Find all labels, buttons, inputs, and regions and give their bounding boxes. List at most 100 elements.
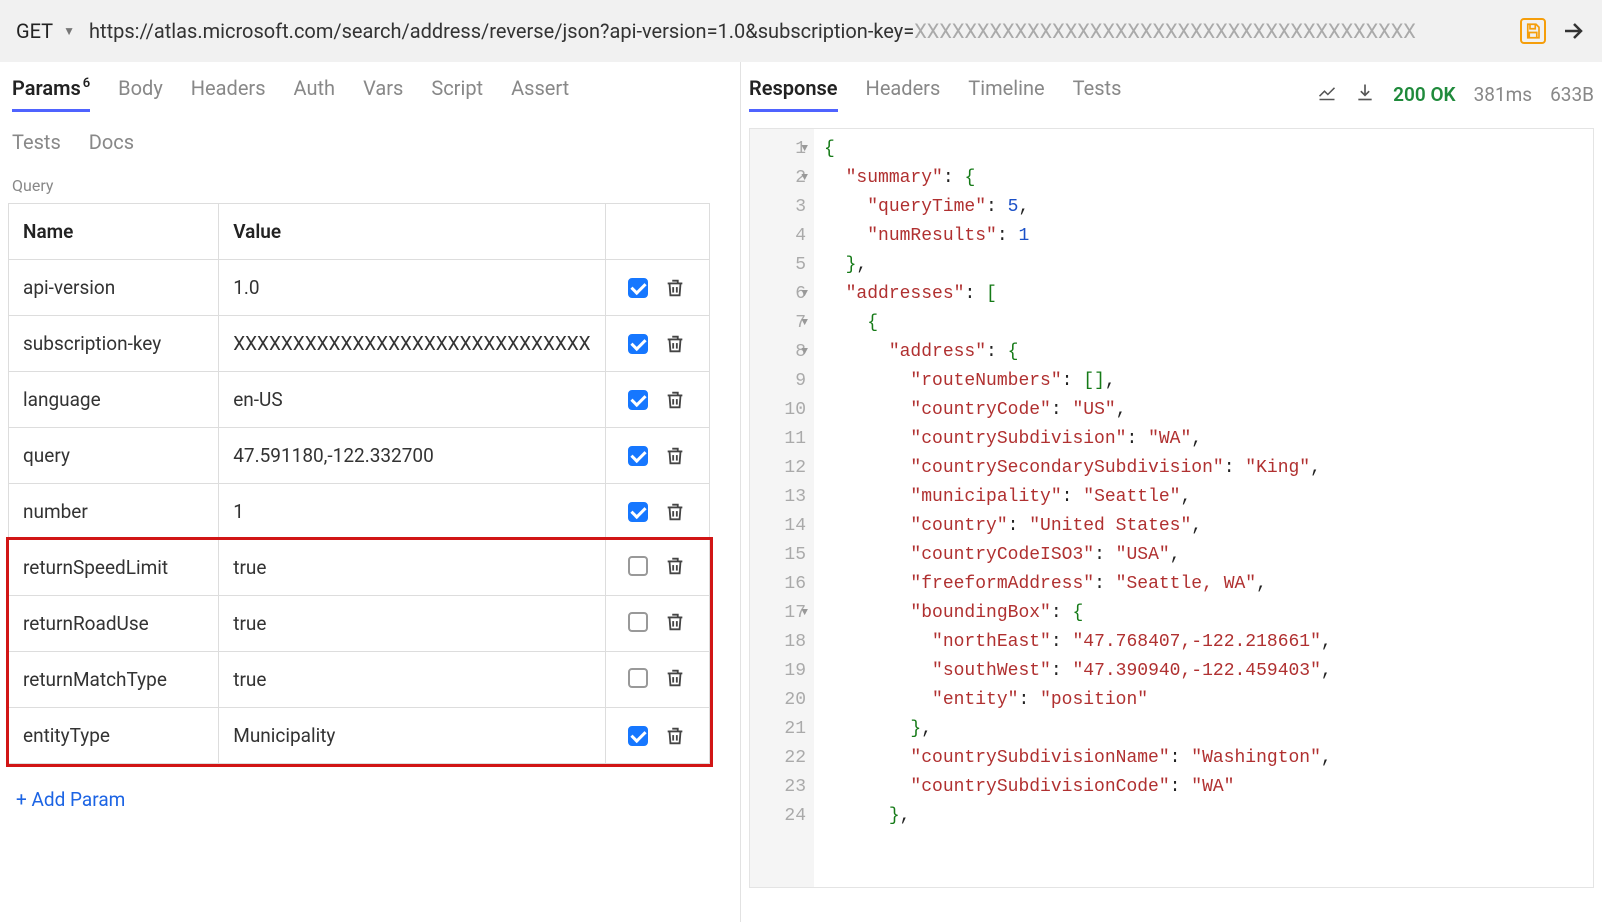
param-value-cell[interactable]: true: [219, 652, 605, 708]
param-enabled-checkbox[interactable]: [628, 278, 648, 298]
trash-icon[interactable]: [664, 445, 686, 467]
param-enabled-checkbox[interactable]: [628, 446, 648, 466]
param-name-cell[interactable]: subscription-key: [9, 316, 219, 372]
line-number: 18: [756, 628, 806, 657]
request-subtabs: Tests Docs: [8, 130, 732, 154]
code-line: "boundingBox": {: [824, 599, 1332, 628]
line-number: 10: [756, 396, 806, 425]
param-name-cell[interactable]: query: [9, 428, 219, 484]
param-name-cell[interactable]: returnSpeedLimit: [9, 540, 219, 596]
line-number: 14: [756, 512, 806, 541]
fold-toggle-icon[interactable]: ▼: [801, 280, 808, 309]
param-enabled-checkbox[interactable]: [628, 726, 648, 746]
request-pane: Params6 Body Headers Auth Vars Script As…: [0, 62, 741, 922]
code-line: "summary": {: [824, 164, 1332, 193]
table-row: returnSpeedLimittrue: [9, 540, 710, 596]
code-line: },: [824, 802, 1332, 831]
save-icon[interactable]: [1520, 18, 1546, 44]
table-row: entityTypeMunicipality: [9, 708, 710, 764]
code-line: {: [824, 135, 1332, 164]
tab-response[interactable]: Response: [749, 76, 838, 112]
fold-toggle-icon[interactable]: ▼: [801, 599, 808, 628]
trash-icon[interactable]: [664, 333, 686, 355]
fold-toggle-icon[interactable]: ▼: [801, 309, 808, 338]
trash-icon[interactable]: [664, 277, 686, 299]
line-number: 24: [756, 802, 806, 831]
tab-timeline[interactable]: Timeline: [968, 76, 1044, 112]
table-row: api-version1.0: [9, 260, 710, 316]
line-number: 7▼: [756, 309, 806, 338]
param-name-cell[interactable]: returnRoadUse: [9, 596, 219, 652]
subtab-tests[interactable]: Tests: [12, 130, 61, 154]
code-line: "northEast": "47.768407,-122.218661",: [824, 628, 1332, 657]
code-line: "countrySubdivision": "WA",: [824, 425, 1332, 454]
fold-toggle-icon[interactable]: ▼: [801, 338, 808, 367]
code-line: "addresses": [: [824, 280, 1332, 309]
param-enabled-checkbox[interactable]: [628, 612, 648, 632]
url-masked-tail: XXXXXXXXXXXXXXXXXXXXXXXXXXXXXXXXXXXXXXXX: [914, 19, 1416, 43]
param-enabled-checkbox[interactable]: [628, 502, 648, 522]
tab-script[interactable]: Script: [431, 76, 483, 112]
response-header: Response Headers Timeline Tests 200 OK 3…: [749, 76, 1594, 112]
tab-params[interactable]: Params6: [12, 76, 90, 112]
trash-icon[interactable]: [664, 501, 686, 523]
trash-icon[interactable]: [664, 389, 686, 411]
add-param-link[interactable]: + Add Param: [16, 788, 732, 811]
line-number: 15: [756, 541, 806, 570]
param-value-cell[interactable]: 47.591180,-122.332700: [219, 428, 605, 484]
col-header-name: Name: [9, 204, 219, 260]
tab-resp-headers[interactable]: Headers: [866, 76, 941, 112]
trash-icon[interactable]: [664, 725, 686, 747]
param-value-cell[interactable]: true: [219, 596, 605, 652]
tab-auth[interactable]: Auth: [294, 76, 336, 112]
param-value-cell[interactable]: en-US: [219, 372, 605, 428]
code-line: "municipality": "Seattle",: [824, 483, 1332, 512]
param-enabled-checkbox[interactable]: [628, 334, 648, 354]
code-line: },: [824, 715, 1332, 744]
subtab-docs[interactable]: Docs: [89, 130, 134, 154]
line-number: 19: [756, 657, 806, 686]
fold-toggle-icon[interactable]: ▼: [801, 164, 808, 193]
url-bar: GET ▼ https://atlas.microsoft.com/search…: [0, 0, 1602, 62]
param-value-cell[interactable]: true: [219, 540, 605, 596]
response-tabs: Response Headers Timeline Tests: [749, 76, 1121, 112]
param-actions-cell: [605, 316, 709, 372]
method-select[interactable]: GET ▼: [16, 19, 75, 43]
param-enabled-checkbox[interactable]: [628, 668, 648, 688]
param-name-cell[interactable]: language: [9, 372, 219, 428]
table-row: number1: [9, 484, 710, 540]
trash-icon[interactable]: [664, 667, 686, 689]
table-row: query47.591180,-122.332700: [9, 428, 710, 484]
code-line: "address": {: [824, 338, 1332, 367]
line-number: 3: [756, 193, 806, 222]
trash-icon[interactable]: [664, 555, 686, 577]
url-input[interactable]: https://atlas.microsoft.com/search/addre…: [89, 19, 1506, 43]
param-name-cell[interactable]: entityType: [9, 708, 219, 764]
param-name-cell[interactable]: number: [9, 484, 219, 540]
tab-vars[interactable]: Vars: [363, 76, 403, 112]
response-body[interactable]: 1▼2▼3456▼7▼8▼91011121314151617▼181920212…: [749, 128, 1594, 888]
param-value-cell[interactable]: Municipality: [219, 708, 605, 764]
tab-headers[interactable]: Headers: [191, 76, 266, 112]
fold-toggle-icon[interactable]: ▼: [801, 135, 808, 164]
line-number: 9: [756, 367, 806, 396]
download-icon[interactable]: [1355, 82, 1375, 107]
param-value-cell[interactable]: XXXXXXXXXXXXXXXXXXXXXXXXXXXXXX: [219, 316, 605, 372]
tab-resp-tests[interactable]: Tests: [1073, 76, 1122, 112]
param-enabled-checkbox[interactable]: [628, 390, 648, 410]
param-name-cell[interactable]: returnMatchType: [9, 652, 219, 708]
response-time: 381ms: [1474, 83, 1533, 106]
clear-icon[interactable]: [1317, 82, 1337, 107]
param-actions-cell: [605, 484, 709, 540]
param-name-cell[interactable]: api-version: [9, 260, 219, 316]
tab-assert[interactable]: Assert: [511, 76, 569, 112]
col-header-value: Value: [219, 204, 605, 260]
line-number: 11: [756, 425, 806, 454]
param-enabled-checkbox[interactable]: [628, 556, 648, 576]
param-value-cell[interactable]: 1: [219, 484, 605, 540]
tab-body[interactable]: Body: [118, 76, 163, 112]
trash-icon[interactable]: [664, 611, 686, 633]
send-arrow-icon[interactable]: [1560, 18, 1586, 44]
param-value-cell[interactable]: 1.0: [219, 260, 605, 316]
code-line: },: [824, 251, 1332, 280]
